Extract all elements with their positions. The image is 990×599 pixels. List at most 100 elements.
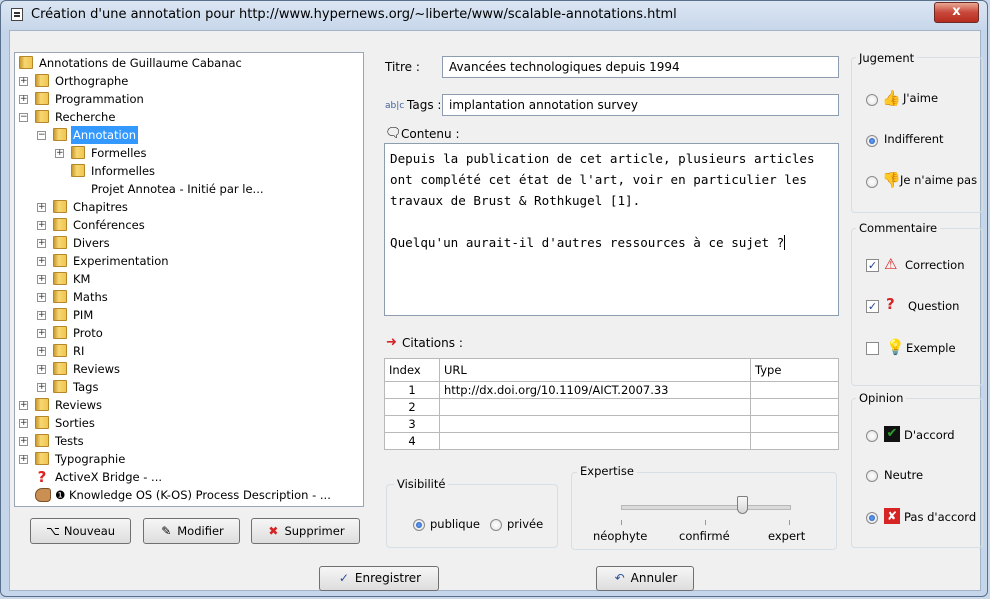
visibility-private-label[interactable]: privée [507,517,543,531]
text-caret [784,235,786,250]
cell-index[interactable]: 4 [384,432,440,450]
correction-label[interactable]: Correction [905,258,965,272]
expand-plus-icon[interactable]: + [55,149,64,158]
expand-plus-icon[interactable]: + [37,365,46,374]
expand-plus-icon[interactable]: + [37,347,46,356]
citation-icon: ➜ [386,335,397,350]
expand-plus-icon[interactable]: + [19,401,28,410]
title-input[interactable]: Avancées technologiques depuis 1994 [442,56,839,78]
table-row[interactable]: 2 [384,398,839,416]
expand-plus-icon[interactable]: + [19,95,28,104]
expand-plus-icon[interactable]: + [37,257,46,266]
visibility-private-radio[interactable] [490,519,502,531]
expand-plus-icon[interactable]: + [37,239,46,248]
folder-icon [53,236,67,249]
folder-icon [53,380,67,393]
slider-tick [705,520,706,525]
table-row[interactable]: 1 http://dx.doi.org/10.1109/AICT.2007.33 [384,381,839,399]
cancel-button[interactable]: ↶ Annuler [596,566,694,591]
new-button[interactable]: ⌥ Nouveau [30,518,131,544]
column-header-url[interactable]: URL [439,358,751,382]
collapse-minus-icon[interactable]: − [19,113,28,122]
expand-plus-icon[interactable]: + [19,455,28,464]
cell-index[interactable]: 1 [384,381,440,399]
speech-bubble-icon: 🗨 [385,126,402,141]
cell-url[interactable] [439,398,751,416]
jugement-dislike-radio[interactable] [866,176,878,188]
cell-index[interactable]: 3 [384,415,440,433]
column-header-index[interactable]: Index [384,358,440,382]
expand-plus-icon[interactable]: + [19,437,28,446]
cell-type[interactable] [750,398,839,416]
title-label: Titre : [385,60,420,74]
expand-plus-icon[interactable]: + [37,383,46,392]
correction-checkbox[interactable]: ✓ [866,259,879,272]
expertise-slider-thumb[interactable] [736,496,748,514]
question-icon: ? [886,295,895,313]
thumbs-up-icon: 👍 [882,89,901,107]
opinion-disagree-radio[interactable] [866,512,878,524]
expand-plus-icon[interactable]: + [19,419,28,428]
cell-index[interactable]: 2 [384,398,440,416]
annotation-tree[interactable]: Annotations de Guillaume Cabanac + Ortho… [14,52,364,507]
cell-url[interactable] [439,432,751,450]
folder-icon [71,146,85,159]
expand-plus-icon[interactable]: + [37,293,46,302]
example-label[interactable]: Exemple [906,341,956,355]
expand-plus-icon[interactable]: + [37,275,46,284]
jugement-like-label[interactable]: J'aime [903,91,938,105]
expand-plus-icon[interactable]: + [37,221,46,230]
opinion-disagree-label[interactable]: Pas d'accord [904,510,976,524]
opinion-agree-label[interactable]: D'accord [904,428,955,442]
tags-input[interactable]: implantation annotation survey [442,94,839,116]
table-row[interactable]: 4 [384,432,839,450]
folder-icon [19,56,33,69]
cell-url[interactable] [439,415,751,433]
cell-type[interactable] [750,415,839,433]
expand-plus-icon[interactable]: + [37,311,46,320]
check-icon: ✓ [338,571,349,585]
window-title: Création d'une annotation pour http://ww… [31,7,677,22]
expand-plus-icon[interactable]: + [37,329,46,338]
example-checkbox[interactable] [866,342,879,355]
collapse-minus-icon[interactable]: − [37,131,46,140]
folder-icon [35,398,49,411]
table-row[interactable]: 3 [384,415,839,433]
pencil-icon: ✎ [161,524,172,538]
folder-icon [53,218,67,231]
close-button[interactable]: x [934,2,979,23]
content-label: Contenu : [401,127,460,141]
question-checkbox[interactable]: ✓ [866,300,879,313]
folder-icon [35,92,49,105]
edit-button[interactable]: ✎ Modifier [143,518,240,544]
jugement-like-radio[interactable] [866,94,878,106]
folder-icon [35,110,49,123]
opinion-neutral-label[interactable]: Neutre [884,468,923,482]
folder-icon [53,308,67,321]
cell-url[interactable]: http://dx.doi.org/10.1109/AICT.2007.33 [439,381,751,399]
opinion-neutral-radio[interactable] [866,470,878,482]
save-button[interactable]: ✓ Enregistrer [319,566,439,591]
visibility-public-label[interactable]: publique [430,517,480,531]
jugement-dislike-label[interactable]: Je n'aime pas [900,173,977,187]
expertise-level-low: néophyte [593,529,648,543]
folder-icon [35,416,49,429]
expand-plus-icon[interactable]: + [19,77,28,86]
question-label[interactable]: Question [908,299,959,313]
visibility-public-radio[interactable] [413,519,425,531]
cross-icon: ✘ [884,508,900,524]
title-bar[interactable]: Création d'une annotation pour http://ww… [1,1,987,29]
expertise-level-high: expert [768,529,806,543]
citations-table[interactable]: Index URL Type 1 http://dx.doi.org/10.11… [384,358,839,450]
expertise-slider-track[interactable] [621,505,791,510]
cell-type[interactable] [750,432,839,450]
content-textarea[interactable]: Depuis la publication de cet article, pl… [384,143,839,316]
info-icon: ❶ [55,488,66,502]
expand-plus-icon[interactable]: + [37,203,46,212]
delete-button[interactable]: ✖ Supprimer [251,518,360,544]
cell-type[interactable] [750,381,839,399]
column-header-type[interactable]: Type [750,358,839,382]
jugement-neutral-label[interactable]: Indifferent [884,132,944,146]
jugement-neutral-radio[interactable] [866,135,878,147]
opinion-agree-radio[interactable] [866,430,878,442]
